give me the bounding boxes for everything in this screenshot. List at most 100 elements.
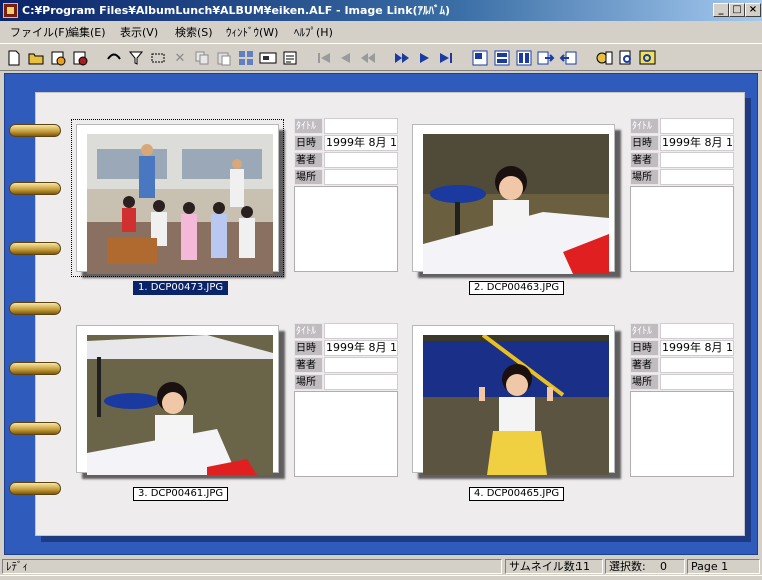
memo-field[interactable] — [294, 186, 398, 272]
binder-ring — [9, 182, 61, 195]
author-field[interactable] — [660, 357, 734, 373]
info-panel-4: ﾀｲﾄﾙ 日時 1999年 8月 1 著者 場所 — [630, 323, 734, 477]
menu-view[interactable]: 表示(V) — [120, 24, 158, 40]
export-icon[interactable] — [536, 48, 556, 68]
date-field[interactable]: 1999年 8月 1 — [324, 135, 398, 151]
menu-search[interactable]: 検索(S) — [175, 24, 213, 40]
memo-field[interactable] — [630, 186, 734, 272]
photo-4[interactable] — [423, 335, 609, 475]
title-label: ﾀｲﾄﾙ — [630, 323, 659, 339]
title-field[interactable] — [660, 323, 734, 339]
app-icon[interactable] — [3, 3, 18, 18]
minimize-button[interactable]: _ — [713, 3, 729, 17]
date-label: 日時 — [294, 340, 323, 356]
photo-frame-2[interactable] — [412, 124, 615, 274]
save-icon[interactable] — [70, 48, 90, 68]
title-field[interactable] — [324, 323, 398, 339]
date-field[interactable]: 1999年 8月 1 — [324, 340, 398, 356]
page-indicator: Page 1 — [687, 559, 760, 574]
author-field[interactable] — [324, 152, 398, 168]
cut-icon[interactable] — [104, 48, 124, 68]
menu-file[interactable]: ファイル(F) — [10, 24, 69, 40]
title-field[interactable] — [324, 118, 398, 134]
zoom-icon[interactable] — [638, 48, 658, 68]
title-label: ﾀｲﾄﾙ — [294, 118, 323, 134]
layout-1-icon[interactable] — [470, 48, 490, 68]
date-label: 日時 — [294, 135, 323, 151]
place-field[interactable] — [660, 374, 734, 390]
photo-frame-4[interactable] — [412, 325, 615, 475]
toolbar: ✕ — [0, 43, 762, 71]
next-fast-icon[interactable] — [392, 48, 412, 68]
photo-3[interactable] — [87, 335, 273, 475]
title-bar[interactable]: C:¥Program Files¥AlbumLunch¥ALBUM¥eiken.… — [0, 0, 762, 21]
place-label: 場所 — [294, 169, 323, 185]
prev-icon[interactable] — [336, 48, 356, 68]
delete-icon[interactable]: ✕ — [170, 48, 190, 68]
menu-help[interactable]: ﾍﾙﾌﾟ(H) — [294, 24, 333, 40]
memo-field[interactable] — [630, 391, 734, 477]
layout-2-icon[interactable] — [492, 48, 512, 68]
prev-fast-icon[interactable] — [358, 48, 378, 68]
place-field[interactable] — [660, 169, 734, 185]
date-field[interactable]: 1999年 8月 1 — [660, 340, 734, 356]
copy-icon[interactable] — [192, 48, 212, 68]
thumbnail-count-panel: サムネイル数: 11 — [505, 559, 603, 574]
status-text: ﾚﾃﾞｨ — [2, 559, 502, 574]
date-label: 日時 — [630, 135, 659, 151]
binder-ring — [9, 482, 61, 495]
photo-2[interactable] — [423, 134, 609, 274]
photo-caption-1[interactable]: 1. DCP00473.JPG — [133, 281, 229, 295]
title-field[interactable] — [660, 118, 734, 134]
properties-icon[interactable] — [280, 48, 300, 68]
menu-window[interactable]: ｳｨﾝﾄﾞｳ(W) — [226, 24, 278, 40]
maximize-button[interactable]: □ — [729, 3, 745, 17]
next-icon[interactable] — [414, 48, 434, 68]
new-icon[interactable] — [4, 48, 24, 68]
photo-frame-3[interactable] — [76, 325, 279, 475]
binder-ring — [9, 362, 61, 375]
author-field[interactable] — [324, 357, 398, 373]
album-view[interactable]: 1. DCP00473.JPG ﾀｲﾄﾙ 日時 1999年 8月 1 著者 場所 … — [4, 73, 758, 555]
open-icon[interactable] — [26, 48, 46, 68]
place-label: 場所 — [630, 374, 659, 390]
slideshow-icon[interactable] — [258, 48, 278, 68]
menu-bar: ファイル(F) 編集(E) 表示(V) 検索(S) ｳｨﾝﾄﾞｳ(W) ﾍﾙﾌﾟ… — [0, 21, 762, 41]
info-panel-3: ﾀｲﾄﾙ 日時 1999年 8月 1 著者 場所 — [294, 323, 398, 477]
select-all-icon[interactable] — [148, 48, 168, 68]
date-field[interactable]: 1999年 8月 1 — [660, 135, 734, 151]
photo-caption-3[interactable]: 3. DCP00461.JPG — [133, 487, 229, 501]
close-file-icon[interactable] — [48, 48, 68, 68]
album-page[interactable]: 1. DCP00473.JPG ﾀｲﾄﾙ 日時 1999年 8月 1 著者 場所 … — [35, 92, 745, 536]
photo-frame-1[interactable] — [71, 119, 284, 277]
photo-caption-2[interactable]: 2. DCP00463.JPG — [469, 281, 565, 295]
close-button[interactable]: × — [745, 3, 761, 17]
settings-icon[interactable] — [594, 48, 614, 68]
status-bar: ﾚﾃﾞｨ サムネイル数: 11 選択数: 0 Page 1 — [0, 557, 762, 575]
selection-count-panel: 選択数: 0 — [605, 559, 685, 574]
place-field[interactable] — [324, 169, 398, 185]
last-page-icon[interactable] — [436, 48, 456, 68]
date-label: 日時 — [630, 340, 659, 356]
filter-icon[interactable] — [126, 48, 146, 68]
selection-count-label: 選択数: — [609, 560, 646, 573]
import-icon[interactable] — [558, 48, 578, 68]
binder-ring — [9, 422, 61, 435]
window-title: C:¥Program Files¥AlbumLunch¥ALBUM¥eiken.… — [22, 4, 451, 17]
photo-1[interactable] — [87, 134, 273, 274]
photo-caption-4[interactable]: 4. DCP00465.JPG — [469, 487, 565, 501]
first-page-icon[interactable] — [314, 48, 334, 68]
search-icon[interactable] — [616, 48, 636, 68]
thumbnail-count-value: 11 — [576, 560, 590, 573]
selection-count-value: 0 — [660, 560, 667, 573]
layout-3-icon[interactable] — [514, 48, 534, 68]
place-field[interactable] — [324, 374, 398, 390]
memo-field[interactable] — [294, 391, 398, 477]
thumbnail-icon[interactable] — [236, 48, 256, 68]
paste-icon[interactable] — [214, 48, 234, 68]
place-label: 場所 — [294, 374, 323, 390]
author-label: 著者 — [630, 357, 659, 373]
menu-edit[interactable]: 編集(E) — [68, 24, 106, 40]
author-label: 著者 — [294, 357, 323, 373]
author-field[interactable] — [660, 152, 734, 168]
